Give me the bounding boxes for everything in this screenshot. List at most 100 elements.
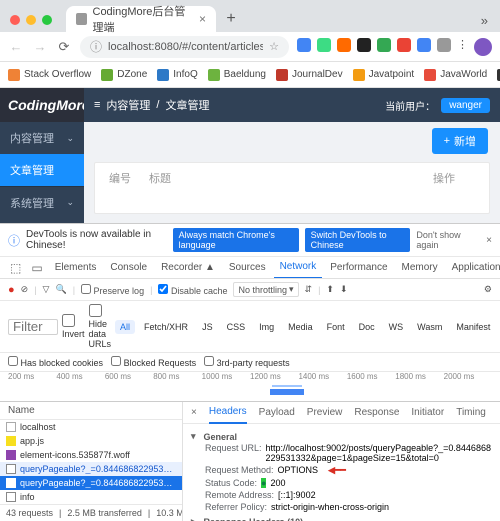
bookmark-item[interactable]: InfoQ (157, 69, 197, 81)
filter-input[interactable] (8, 319, 58, 335)
detail-tab-headers[interactable]: Headers (209, 402, 247, 424)
request-row[interactable]: app.js (0, 434, 182, 448)
forward-button-icon[interactable]: → (32, 39, 48, 54)
upload-icon[interactable]: ⬆ (326, 284, 334, 295)
clear-icon[interactable]: ⊘ (21, 284, 29, 295)
bookmark-item[interactable]: JournalDev (276, 69, 343, 81)
section-response-headers[interactable]: Response Headers (10) (191, 516, 492, 521)
tab-performance[interactable]: Performance (324, 257, 393, 279)
url-input[interactable] (108, 41, 263, 53)
detail-tab-initiator[interactable]: Initiator (411, 407, 444, 418)
profile-avatar-icon[interactable] (474, 38, 492, 56)
extensions-menu-icon[interactable]: ⋮ (457, 38, 468, 56)
tab-console[interactable]: Console (104, 257, 153, 279)
blocked-cookies-checkbox[interactable]: Has blocked cookies (8, 356, 103, 368)
column-name-header[interactable]: Name (0, 402, 182, 420)
banner-switch-button[interactable]: Switch DevTools to Chinese (305, 228, 411, 252)
banner-dont-show-link[interactable]: Don't show again (416, 230, 474, 250)
banner-always-match-button[interactable]: Always match Chrome's language (173, 228, 299, 252)
extension-icon[interactable] (357, 38, 371, 52)
invert-checkbox[interactable]: Invert (62, 314, 85, 339)
request-row[interactable]: queryPageable?_=0.8446868229531332&page=… (0, 462, 182, 476)
bookmark-item[interactable]: JavaWorld (424, 69, 487, 81)
request-row[interactable]: queryPageable?_=0.8446868229531332&page=… (0, 476, 182, 490)
throttling-select[interactable]: No throttling ▾ (233, 282, 298, 297)
add-button[interactable]: + 新增 (432, 128, 488, 154)
bookmark-item[interactable]: DZone (101, 69, 147, 81)
filter-img[interactable]: Img (254, 320, 279, 334)
sidebar-item-content[interactable]: 内容管理 ⌄ (0, 122, 84, 154)
user-pill[interactable]: wanger (441, 98, 490, 113)
filter-toggle-icon[interactable]: ▽ (43, 284, 50, 295)
tab-sources[interactable]: Sources (223, 257, 272, 279)
close-banner-icon[interactable]: × (486, 235, 492, 246)
tabs-overflow-icon[interactable]: » (481, 13, 488, 28)
new-tab-button[interactable]: + (220, 8, 242, 30)
filter-manifest[interactable]: Manifest (451, 320, 495, 334)
filter-fetch-xhr[interactable]: Fetch/XHR (139, 320, 193, 334)
tab-application[interactable]: Application (446, 257, 500, 279)
detail-tab-timing[interactable]: Timing (456, 407, 486, 418)
detail-tab-payload[interactable]: Payload (259, 407, 295, 418)
download-icon[interactable]: ⬇ (340, 284, 348, 295)
bookmark-item[interactable]: Baeldung (208, 69, 266, 81)
bookmark-item[interactable]: Javatpoint (353, 69, 415, 81)
disable-cache-checkbox[interactable]: Disable cache (158, 284, 227, 296)
extension-icon[interactable] (337, 38, 351, 52)
filter-css[interactable]: CSS (222, 320, 251, 334)
extension-icon[interactable] (297, 38, 311, 52)
bookmark-star-icon[interactable]: ☆ (269, 40, 279, 53)
filter-font[interactable]: Font (322, 320, 350, 334)
device-toggle-icon[interactable]: ▭ (27, 261, 46, 275)
wifi-icon[interactable]: ⇵ (305, 284, 313, 295)
close-panel-icon[interactable]: × (191, 407, 197, 418)
extension-icon[interactable] (437, 38, 451, 52)
filter-doc[interactable]: Doc (354, 320, 380, 334)
url-field[interactable]: ⓘ ☆ (80, 36, 289, 58)
section-general[interactable]: General (191, 431, 492, 442)
sidebar: CodingMore 内容管理 ⌄ 文章管理 系统管理 ⌄ (0, 88, 84, 223)
request-row[interactable]: info (0, 490, 182, 504)
filter-media[interactable]: Media (283, 320, 318, 334)
reload-button-icon[interactable]: ⟳ (56, 39, 72, 55)
extension-icon[interactable] (317, 38, 331, 52)
extension-icon[interactable] (417, 38, 431, 52)
back-button-icon[interactable]: ← (8, 39, 24, 54)
close-tab-icon[interactable]: × (199, 12, 206, 26)
maximize-window-icon[interactable] (42, 15, 52, 25)
tab-memory[interactable]: Memory (396, 257, 444, 279)
search-icon[interactable]: 🔍 (55, 284, 66, 295)
request-name: info (20, 492, 35, 502)
info-icon[interactable]: ⓘ (90, 38, 102, 55)
sidebar-item-article[interactable]: 文章管理 (0, 154, 84, 186)
menu-toggle-icon[interactable]: ≡ (94, 99, 100, 111)
tab-recorder[interactable]: Recorder ▲ (155, 257, 221, 279)
plus-icon: + (444, 135, 450, 147)
tab-elements[interactable]: Elements (49, 257, 103, 279)
request-row[interactable]: localhost (0, 420, 182, 434)
filter-wasm[interactable]: Wasm (412, 320, 447, 334)
third-party-checkbox[interactable]: 3rd-party requests (204, 356, 290, 368)
browser-tab[interactable]: CodingMore后台管理端 × (66, 6, 216, 32)
filter-ws[interactable]: WS (384, 320, 409, 334)
preserve-log-checkbox[interactable]: Preserve log (81, 284, 144, 296)
close-window-icon[interactable] (10, 15, 20, 25)
network-settings-gear-icon[interactable]: ⚙ (484, 284, 492, 295)
detail-tab-preview[interactable]: Preview (307, 407, 343, 418)
tab-network[interactable]: Network (274, 257, 323, 279)
request-row[interactable]: element-icons.535877f.woff (0, 448, 182, 462)
hide-data-urls-checkbox[interactable]: Hide data URLs (89, 304, 112, 349)
extension-icon[interactable] (397, 38, 411, 52)
filter-js[interactable]: JS (197, 320, 218, 334)
filter-all[interactable]: All (115, 320, 135, 334)
inspect-element-icon[interactable]: ⬚ (6, 261, 25, 275)
blocked-requests-checkbox[interactable]: Blocked Requests (111, 356, 196, 368)
bookmark-item[interactable]: Stack Overflow (8, 69, 91, 81)
network-timeline[interactable]: 200 ms400 ms600 ms800 ms1000 ms1200 ms14… (0, 372, 500, 402)
extension-icon[interactable] (377, 38, 391, 52)
sidebar-item-settings[interactable]: 系统管理 ⌄ (0, 186, 84, 218)
minimize-window-icon[interactable] (26, 15, 36, 25)
request-method-value: OPTIONS (278, 465, 319, 476)
detail-tab-response[interactable]: Response (354, 407, 399, 418)
record-icon[interactable]: ● (8, 284, 15, 296)
